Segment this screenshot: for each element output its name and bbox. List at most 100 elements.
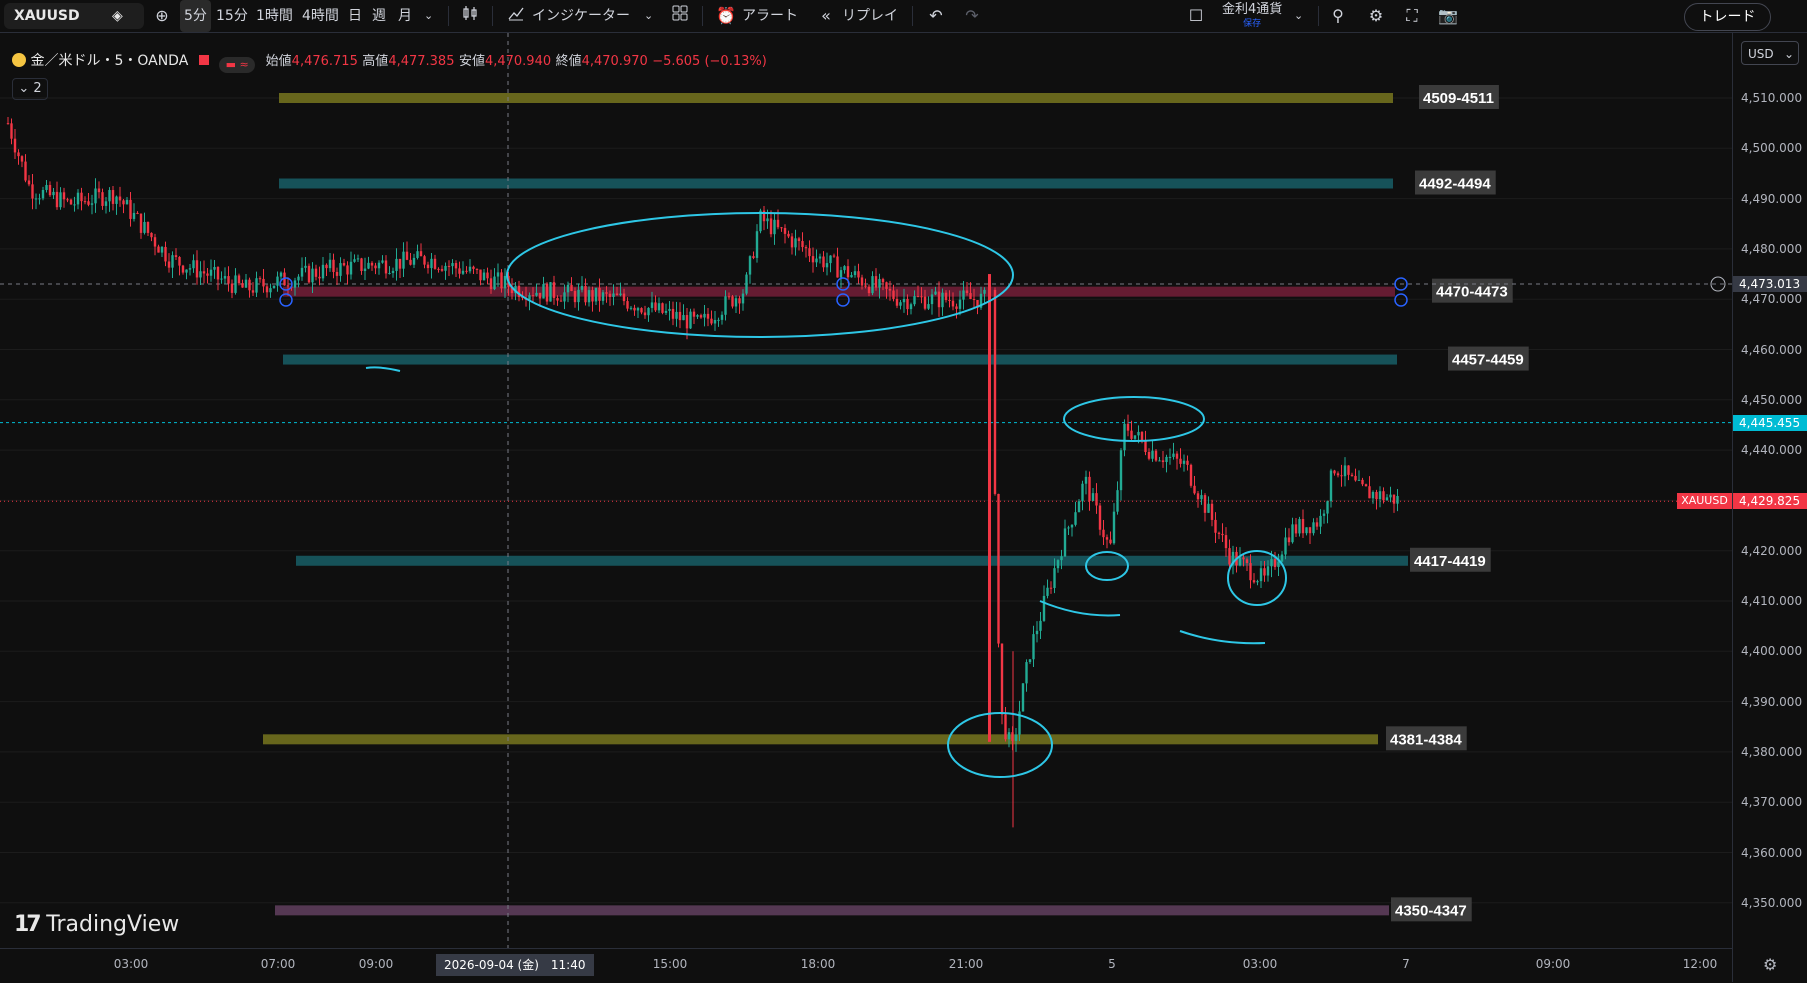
candle-body [1368,486,1371,499]
candle-body [640,308,643,313]
timeframe-chevron-down-icon[interactable]: ⌄ [424,0,433,32]
undo-icon[interactable]: ↶ [924,4,948,28]
toolbar-divider [448,6,449,26]
candle-body [545,284,549,302]
candle-body [1168,456,1172,458]
candle-body [881,279,885,283]
legend-title[interactable]: 金／米ドル・5・OANDA [30,53,188,69]
candle-body [748,256,752,275]
toolbar-divider [912,6,913,26]
timeframe-1h[interactable]: 1時間 [256,0,293,32]
indicators-icon[interactable] [504,4,528,28]
layout-name[interactable]: 金利4通貨 保存 [1222,2,1282,32]
candle-body [1021,683,1025,712]
candle-body [171,255,174,268]
candle-body [846,266,850,278]
candle-body [503,275,507,289]
replay-icon[interactable]: « [814,4,838,28]
candle-body [727,296,731,298]
settings-gear-icon[interactable]: ⚙ [1364,4,1388,28]
candle-body [101,192,104,206]
price-tick-label: 4,400.000 [1741,644,1803,659]
candle-body [1126,423,1130,431]
chart-pane[interactable]: 4509-4511 4492-4494 4470-4473 4457-4459 4417… [0,33,1732,948]
candle-body [76,192,80,205]
quick-search-icon[interactable]: ⚲ [1326,4,1350,28]
price-chart[interactable]: 4509-4511 4492-4494 4470-4473 4457-4459 4417… [0,33,1732,948]
candle-body [398,258,402,269]
price-tick-label: 4,450.000 [1741,392,1803,407]
indicators-chevron-down-icon[interactable]: ⌄ [644,0,653,32]
camera-icon[interactable]: 📷 [1436,4,1460,28]
price-tick-label: 4,480.000 [1741,241,1803,256]
timeframe-15m[interactable]: 15分 [216,0,248,32]
candle-body [209,269,213,276]
timeframe-month[interactable]: 月 [398,0,412,32]
candle-style-icon[interactable] [458,4,482,28]
alert-button[interactable]: アラート [742,0,798,32]
level-label: 4417-4419 [1414,553,1486,570]
indicator-count-toggle[interactable]: ⌄ 2 [12,78,48,100]
candle-body [1084,476,1088,484]
tradingview-logo[interactable]: 17 TradingView [14,912,179,937]
alarm-clock-icon[interactable]: ⏰ [714,4,738,28]
candle-body [458,268,461,274]
layout-chevron-down-icon[interactable]: ⌄ [1294,0,1303,32]
diamond-icon[interactable]: ◈ [112,3,123,29]
candle-body [1116,490,1119,512]
candle-body [174,255,178,258]
candle-body [1340,475,1343,477]
replay-button[interactable]: リプレイ [842,0,898,32]
price-axis[interactable]: USD ⌄ 4,510.000 4,500.000 4,490.000 4,480.00… [1732,33,1807,982]
layout-checkbox-icon[interactable]: ☐ [1184,4,1208,28]
candle-body [1245,559,1249,564]
candle-body [178,257,181,266]
trade-button[interactable]: トレード [1684,3,1771,31]
candle-body [1273,559,1277,568]
level-label: 4492-4494 [1419,176,1491,193]
candle-body [1130,430,1133,439]
add-symbol-icon[interactable]: ⊕ [150,4,174,28]
redo-icon[interactable]: ↷ [960,4,984,28]
candle-body [598,287,601,301]
candle-body [1256,581,1259,583]
visibility-toggle-icon[interactable]: ▬ ≈ [219,57,256,73]
candle-body [790,236,794,248]
candle-body [580,285,584,290]
candle-body [825,263,829,268]
timeframe-week[interactable]: 週 [372,0,386,32]
candle-body [468,266,472,272]
candle-body [34,198,38,200]
candle-body [1158,460,1161,462]
timeframe-4h[interactable]: 4時間 [302,0,339,32]
candle-body [1014,734,1018,741]
candle-body [1371,491,1375,499]
candle-body [1147,452,1151,459]
symbol-search[interactable]: XAUUSD ◈ [4,3,144,29]
candle-body [500,272,503,289]
currency-select[interactable]: USD ⌄ [1741,41,1799,65]
candle-body [244,279,248,288]
timeframe-5m[interactable]: 5分 [180,0,211,32]
candle-body [1172,453,1175,457]
candle-body [1154,450,1158,461]
templates-grid-icon[interactable] [668,4,692,28]
candle-body [937,291,941,308]
indicators-button[interactable]: インジケーター [532,0,630,32]
candle-body [643,312,647,316]
candle-body [1382,491,1385,501]
price-tick-label: 4,510.000 [1741,91,1803,105]
timeframe-day[interactable]: 日 [348,0,362,32]
time-axis[interactable]: 03:00 07:00 09:00 15:00 18:00 21:00 5 03:00 7 09:… [0,948,1777,983]
candle-body [1189,464,1193,486]
time-axis-settings-icon[interactable]: ⚙ [1763,955,1777,974]
candle-body [391,270,395,274]
candle-body [206,273,209,276]
candle-body [1042,595,1046,621]
candle-body [160,246,164,253]
fullscreen-icon[interactable]: ⛶ [1400,4,1424,28]
price-tick-label: 4,390.000 [1741,694,1803,709]
candle-body [636,308,640,311]
candle-body [258,278,262,280]
candle-body [594,287,598,302]
